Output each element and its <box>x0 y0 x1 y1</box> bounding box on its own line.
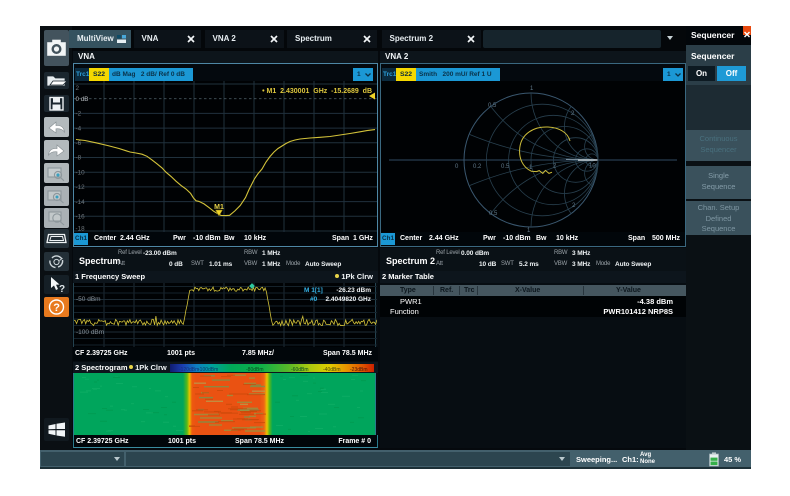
svg-text:10: 10 <box>589 164 596 170</box>
svg-text:?: ? <box>53 302 60 314</box>
svg-text:0.5: 0.5 <box>489 211 498 217</box>
svg-text:-10: -10 <box>76 169 86 176</box>
svg-text:0: 0 <box>455 164 459 170</box>
svg-text:2: 2 <box>572 203 576 209</box>
svg-text:0.2: 0.2 <box>473 164 482 170</box>
svg-text:-16: -16 <box>76 214 86 221</box>
svg-text:?: ? <box>59 284 65 294</box>
svg-text:-12: -12 <box>76 184 86 191</box>
svg-text:-4: -4 <box>76 125 82 132</box>
svg-text:-50 dBm: -50 dBm <box>76 296 101 303</box>
svg-text:0.5: 0.5 <box>488 103 497 109</box>
svg-text:2: 2 <box>76 85 80 92</box>
svg-text:-26.23 dBm: -26.23 dBm <box>336 287 371 294</box>
svg-text:#0: #0 <box>310 296 318 303</box>
svg-text:0.5: 0.5 <box>501 164 510 170</box>
svg-text:-8: -8 <box>76 155 82 162</box>
svg-text:2.4049820 GHz: 2.4049820 GHz <box>325 296 371 303</box>
svg-text:0 dB: 0 dB <box>76 96 89 103</box>
svg-text:-100 dBm: -100 dBm <box>76 329 104 336</box>
svg-text:1: 1 <box>530 86 534 92</box>
svg-text:-6: -6 <box>76 140 82 147</box>
svg-text:-2: -2 <box>76 111 82 118</box>
svg-text:M 1[1]: M 1[1] <box>304 287 323 294</box>
svg-text:• M1 2.430001 GHz -15.2689: • M1 2.430001 GHz -15.2689 dB <box>262 88 372 95</box>
svg-text:-14: -14 <box>76 199 86 206</box>
